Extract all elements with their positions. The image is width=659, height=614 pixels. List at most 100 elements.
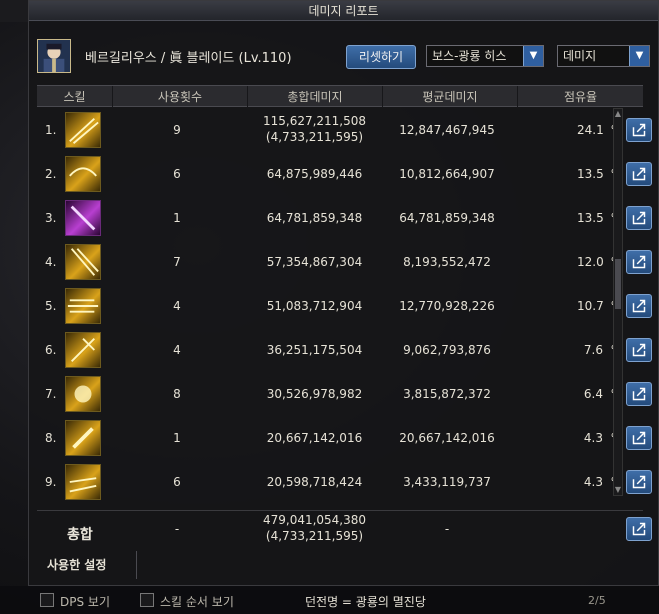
row-share: 24.1 xyxy=(577,123,604,137)
share-icon[interactable] xyxy=(626,338,652,362)
divider xyxy=(136,551,137,579)
row-avg: 64,781,859,348 xyxy=(399,211,495,225)
chevron-down-icon[interactable]: ▼ xyxy=(629,46,649,66)
table-row: 5. 4 51,083,712,904 12,770,928,226 10.7 … xyxy=(37,285,652,329)
row-uses: 6 xyxy=(173,475,181,489)
total-row: 총합 - 479,041,054,380 (4,733,211,595) - xyxy=(37,510,652,550)
row-uses: 4 xyxy=(173,299,181,313)
total-damage: 479,041,054,380 xyxy=(262,513,367,527)
row-share: 4.3 xyxy=(583,431,603,445)
col-share: 점유율 xyxy=(563,90,598,104)
row-share: 4.3 xyxy=(583,475,603,489)
used-settings-label[interactable]: 사용한 설정 xyxy=(47,556,106,573)
row-total: 64,781,859,348 xyxy=(266,211,363,225)
skill-icon xyxy=(65,332,101,368)
row-total: 36,251,175,504 xyxy=(266,343,363,357)
share-icon[interactable] xyxy=(626,517,652,541)
row-rank: 1. xyxy=(45,123,57,137)
table-row: 3. 1 64,781,859,348 64,781,859,348 13.5 … xyxy=(37,197,652,241)
page-indicator: 2/5 xyxy=(588,594,606,607)
row-share: 13.5 xyxy=(577,211,604,225)
col-total: 총합데미지 xyxy=(248,86,383,108)
share-icon[interactable] xyxy=(626,162,652,186)
row-uses: 9 xyxy=(173,123,181,137)
dungeon-name: 던전명 = 광룡의 멸진당 xyxy=(305,595,426,609)
target-select-value: 보스-광룡 히스 xyxy=(432,49,507,63)
table-row: 4. 7 57,354,867,304 8,193,552,472 12.0 % xyxy=(37,241,652,285)
target-select[interactable]: 보스-광룡 히스 ▼ xyxy=(426,45,544,67)
row-avg: 3,815,872,372 xyxy=(403,387,491,401)
skill-icon xyxy=(65,288,101,324)
row-rank: 9. xyxy=(45,475,57,489)
skill-icon xyxy=(65,376,101,412)
metric-select[interactable]: 데미지 ▼ xyxy=(557,45,650,67)
metric-select-value: 데미지 xyxy=(563,49,597,63)
row-avg: 12,847,467,945 xyxy=(399,123,495,137)
row-uses: 7 xyxy=(173,255,181,269)
total-avg: - xyxy=(444,522,450,536)
scroll-up-icon[interactable]: ▲ xyxy=(614,109,622,119)
row-rank: 5. xyxy=(45,299,57,313)
share-icon[interactable] xyxy=(626,470,652,494)
row-avg: 3,433,119,737 xyxy=(403,475,491,489)
share-icon[interactable] xyxy=(626,426,652,450)
total-uses: - xyxy=(174,522,180,536)
row-total: 51,083,712,904 xyxy=(266,299,363,313)
table-row: 6. 4 36,251,175,504 9,062,793,876 7.6 % xyxy=(37,329,652,373)
table-header: 스킬 사용횟수 총합데미지 평균데미지 점유율 xyxy=(37,85,643,108)
row-uses: 8 xyxy=(173,387,181,401)
row-rank: 3. xyxy=(45,211,57,225)
row-avg: 12,770,928,226 xyxy=(399,299,495,313)
share-icon[interactable] xyxy=(626,206,652,230)
total-damage-sub: (4,733,211,595) xyxy=(265,529,364,543)
skill-order-checkbox[interactable] xyxy=(140,593,154,607)
row-uses: 1 xyxy=(173,211,181,225)
chevron-down-icon[interactable]: ▼ xyxy=(523,46,543,66)
row-rank: 7. xyxy=(45,387,57,401)
table-row: 7. 8 30,526,978,982 3,815,872,372 6.4 % xyxy=(37,373,652,417)
row-uses: 4 xyxy=(173,343,181,357)
table-row: 1. 9 115,627,211,508 (4,733,211,595) 12,… xyxy=(37,109,652,153)
row-share: 13.5 xyxy=(577,167,604,181)
row-rank: 6. xyxy=(45,343,57,357)
row-share: 7.6 xyxy=(583,343,603,357)
row-avg: 8,193,552,472 xyxy=(403,255,491,269)
total-label: 총합 xyxy=(67,527,93,543)
skill-icon xyxy=(65,244,101,280)
row-total: 20,598,718,424 xyxy=(266,475,363,489)
scrollbar[interactable]: ▲ ▼ xyxy=(613,108,623,496)
row-total: 30,526,978,982 xyxy=(266,387,363,401)
row-uses: 6 xyxy=(173,167,181,181)
skill-icon xyxy=(65,464,101,500)
skill-icon xyxy=(65,420,101,456)
col-skill: 스킬 xyxy=(37,86,113,108)
dps-label: DPS 보기 xyxy=(60,595,110,609)
table-row: 8. 1 20,667,142,016 20,667,142,016 4.3 % xyxy=(37,417,652,461)
skill-icon xyxy=(65,200,101,236)
table-row: 2. 6 64,875,989,446 10,812,664,907 13.5 … xyxy=(37,153,652,197)
col-avg: 평균데미지 xyxy=(383,86,518,108)
row-avg: 20,667,142,016 xyxy=(399,431,495,445)
share-icon[interactable] xyxy=(626,250,652,274)
skill-icon xyxy=(65,112,101,148)
row-share: 12.0 xyxy=(577,255,604,269)
scroll-down-icon[interactable]: ▼ xyxy=(614,485,622,495)
col-uses: 사용횟수 xyxy=(113,86,248,108)
table-row: 9. 6 20,598,718,424 3,433,119,737 4.3 % xyxy=(37,461,652,505)
damage-report-window: 데미지 리포트 베르길리우스 / 眞 블레이드 (Lv.110) 리셋하기 보스… xyxy=(28,0,659,586)
row-share: 10.7 xyxy=(577,299,604,313)
row-avg: 10,812,664,907 xyxy=(399,167,495,181)
row-total: 115,627,211,508 xyxy=(262,114,367,128)
share-icon[interactable] xyxy=(626,118,652,142)
character-name: 베르길리우스 / 眞 블레이드 (Lv.110) xyxy=(85,51,292,66)
reset-button[interactable]: 리셋하기 xyxy=(346,45,416,69)
row-total: 64,875,989,446 xyxy=(266,167,363,181)
share-icon[interactable] xyxy=(626,382,652,406)
damage-table: 스킬 사용횟수 총합데미지 평균데미지 점유율 1. 9 115,627,211… xyxy=(37,85,652,550)
dps-checkbox[interactable] xyxy=(40,593,54,607)
share-icon[interactable] xyxy=(626,294,652,318)
row-rank: 2. xyxy=(45,167,57,181)
character-portrait xyxy=(37,39,71,73)
scrollbar-thumb[interactable] xyxy=(615,259,621,309)
row-share: 6.4 xyxy=(583,387,603,401)
